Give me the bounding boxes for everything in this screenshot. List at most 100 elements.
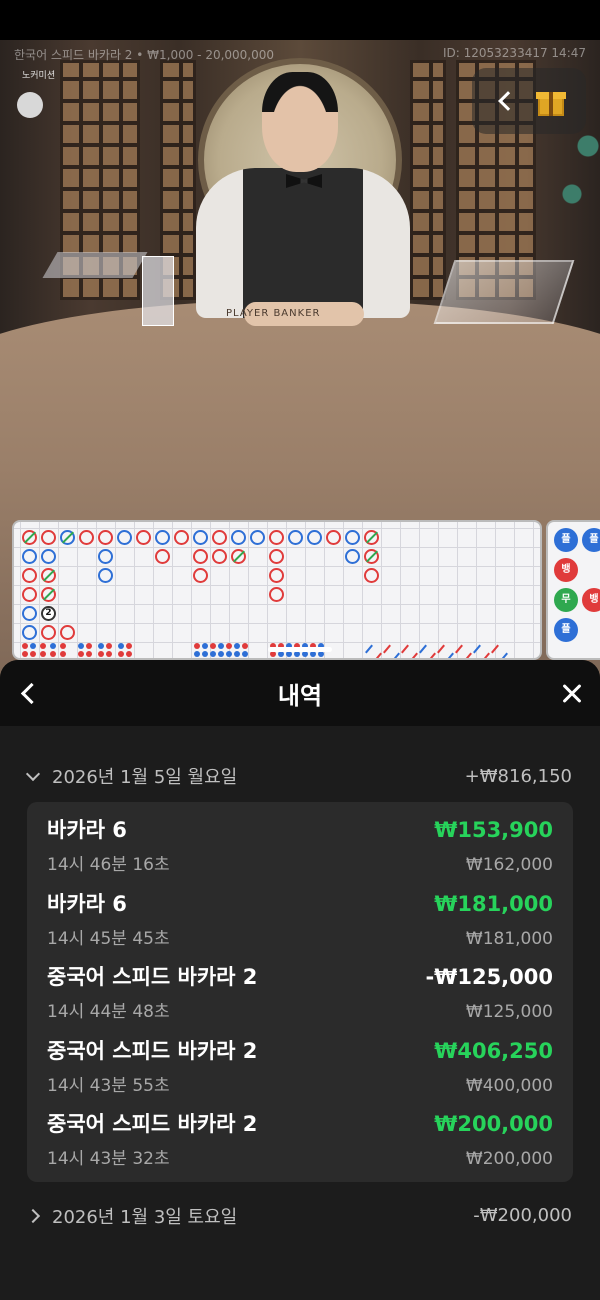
roadmap-dot	[194, 643, 200, 649]
roadmap-circle	[231, 530, 246, 545]
bet-history-item[interactable]: 바카라 6 ₩181,000 14시 45분 45초 ₩181,000	[47, 882, 553, 956]
bet-time: 14시 43분 32초	[47, 1149, 170, 1170]
roadmap-circle	[60, 530, 75, 545]
day-group-header[interactable]: 2026년 1월 3일 토요일 -₩200,000	[0, 1194, 600, 1238]
roadmap-dot	[40, 643, 46, 649]
roadmap-circle	[307, 530, 322, 545]
roadmap-dot	[118, 651, 124, 657]
game-name: 중국어 스피드 바카라 2	[47, 965, 258, 990]
day-total: +₩816,150	[464, 765, 572, 787]
sheet-title: 내역	[277, 681, 323, 710]
bet-amount: ₩181,000	[465, 928, 553, 949]
roadmap-slash	[446, 652, 454, 658]
round-id: ID: 12053233417 14:47	[442, 46, 586, 60]
discard-box	[142, 256, 174, 326]
roadmap-circle	[117, 530, 132, 545]
roadmap-circle	[231, 549, 246, 564]
history-sheet: 내역 2026년 1월 5일 월요일 +₩816,150 바카라 6 ₩153,…	[0, 660, 600, 1300]
roadmap-circle	[269, 587, 284, 602]
roadmap-circle	[41, 587, 56, 602]
roadmap-dot	[86, 651, 92, 657]
roadmap-dot	[106, 651, 112, 657]
roadmap-circle	[22, 625, 37, 640]
roadmap-circle	[193, 549, 208, 564]
roadmap-circle	[98, 549, 113, 564]
roadmap-slash	[437, 644, 445, 654]
roadmap-dot	[86, 643, 92, 649]
chevron-right-icon	[25, 1208, 41, 1223]
roadmap-circle	[364, 530, 379, 545]
roadmap-dot	[234, 643, 240, 649]
day-group-header[interactable]: 2026년 1월 5일 월요일 +₩816,150	[0, 754, 600, 798]
roadmap-slash	[419, 644, 427, 654]
game-name: 바카라 6	[47, 818, 127, 843]
result-amount: ₩181,000	[434, 891, 553, 916]
result-amount: ₩153,900	[434, 818, 553, 843]
back-button[interactable]	[16, 680, 44, 708]
roadmap-slash	[365, 644, 373, 654]
roadmap-circle	[22, 606, 37, 621]
roadmap-dot	[210, 643, 216, 649]
bet-time: 14시 44분 48초	[47, 1002, 170, 1023]
day-total: -₩200,000	[473, 1205, 572, 1226]
bet-history-item[interactable]: 중국어 스피드 바카라 2 ₩200,000 14시 43분 32초 ₩200,…	[47, 1102, 553, 1176]
roadmap-dot	[30, 651, 36, 657]
roadmap-dot	[106, 643, 112, 649]
bead-road-scoreboard[interactable]: 2	[12, 520, 542, 660]
roadmap-circle	[22, 549, 37, 564]
close-button[interactable]	[558, 680, 586, 708]
chevron-down-icon	[25, 766, 41, 781]
roadmap-circle	[250, 530, 265, 545]
roadmap-dot	[60, 643, 66, 649]
roadmap-circle	[155, 549, 170, 564]
roadmap-circle	[269, 530, 284, 545]
roadmap-dot	[30, 643, 36, 649]
bet-history-item[interactable]: 중국어 스피드 바카라 2 -₩125,000 14시 44분 48초 ₩125…	[47, 955, 553, 1029]
day-bets-card: 바카라 6 ₩153,900 14시 46분 16초 ₩162,000 바카라 …	[27, 802, 573, 1182]
chevron-left-icon[interactable]	[497, 91, 518, 111]
bet-time: 14시 43분 55초	[47, 1075, 170, 1096]
roadmap-dot	[40, 651, 46, 657]
roadmap-circle	[269, 549, 284, 564]
no-commission-label: 노커미션	[22, 71, 56, 81]
roadmap-circle	[22, 587, 37, 602]
bead-plate[interactable]: 플뱅무플플뱅	[546, 520, 600, 660]
roadmap-circle	[98, 568, 113, 583]
roadmap-dot	[126, 643, 132, 649]
roadmap-dot	[126, 651, 132, 657]
roadmap-circle	[193, 568, 208, 583]
bead-result: 뱅	[582, 588, 600, 612]
game-name: 중국어 스피드 바카라 2	[47, 1038, 258, 1063]
roadmap-circle	[41, 549, 56, 564]
lattice-panel	[410, 60, 446, 300]
roadmap-slash	[491, 644, 499, 654]
menu-circle-button[interactable]	[17, 92, 43, 118]
roadmap-circle	[345, 549, 360, 564]
roadmap-slash	[383, 644, 391, 654]
bet-time: 14시 45분 45초	[47, 928, 170, 949]
roadmap-circle	[364, 549, 379, 564]
day-date: 2026년 1월 3일 토요일	[52, 1206, 238, 1228]
roadmap-circle	[212, 549, 227, 564]
roadmap-dot	[210, 651, 216, 657]
table-print: PLAYER BANKER	[226, 308, 321, 319]
roadmap-slash	[401, 644, 409, 654]
roadmap-slash	[464, 652, 472, 658]
roadmap-slash	[500, 652, 508, 658]
bet-history-item[interactable]: 중국어 스피드 바카라 2 ₩406,250 14시 43분 55초 ₩400,…	[47, 1029, 553, 1103]
roadmap-circle	[41, 568, 56, 583]
roadmap-circle	[326, 530, 341, 545]
roadmap-dot	[22, 643, 28, 649]
game-name: 중국어 스피드 바카라 2	[47, 1112, 258, 1137]
gift-icon[interactable]	[535, 86, 566, 116]
roadmap-circle	[193, 530, 208, 545]
roadmap-dot	[242, 651, 248, 657]
roadmap-dot	[22, 651, 28, 657]
sheet-drag-handle[interactable]	[268, 647, 332, 652]
bet-history-item[interactable]: 바카라 6 ₩153,900 14시 46분 16초 ₩162,000	[47, 808, 553, 882]
bead-result: 뱅	[554, 558, 578, 582]
table-info: 한국어 스피드 바카라 2 • ₩1,000 - 20,000,000	[14, 48, 275, 62]
card-shoe	[433, 260, 575, 324]
bet-amount: ₩200,000	[465, 1149, 553, 1170]
roadmap-circle	[212, 530, 227, 545]
